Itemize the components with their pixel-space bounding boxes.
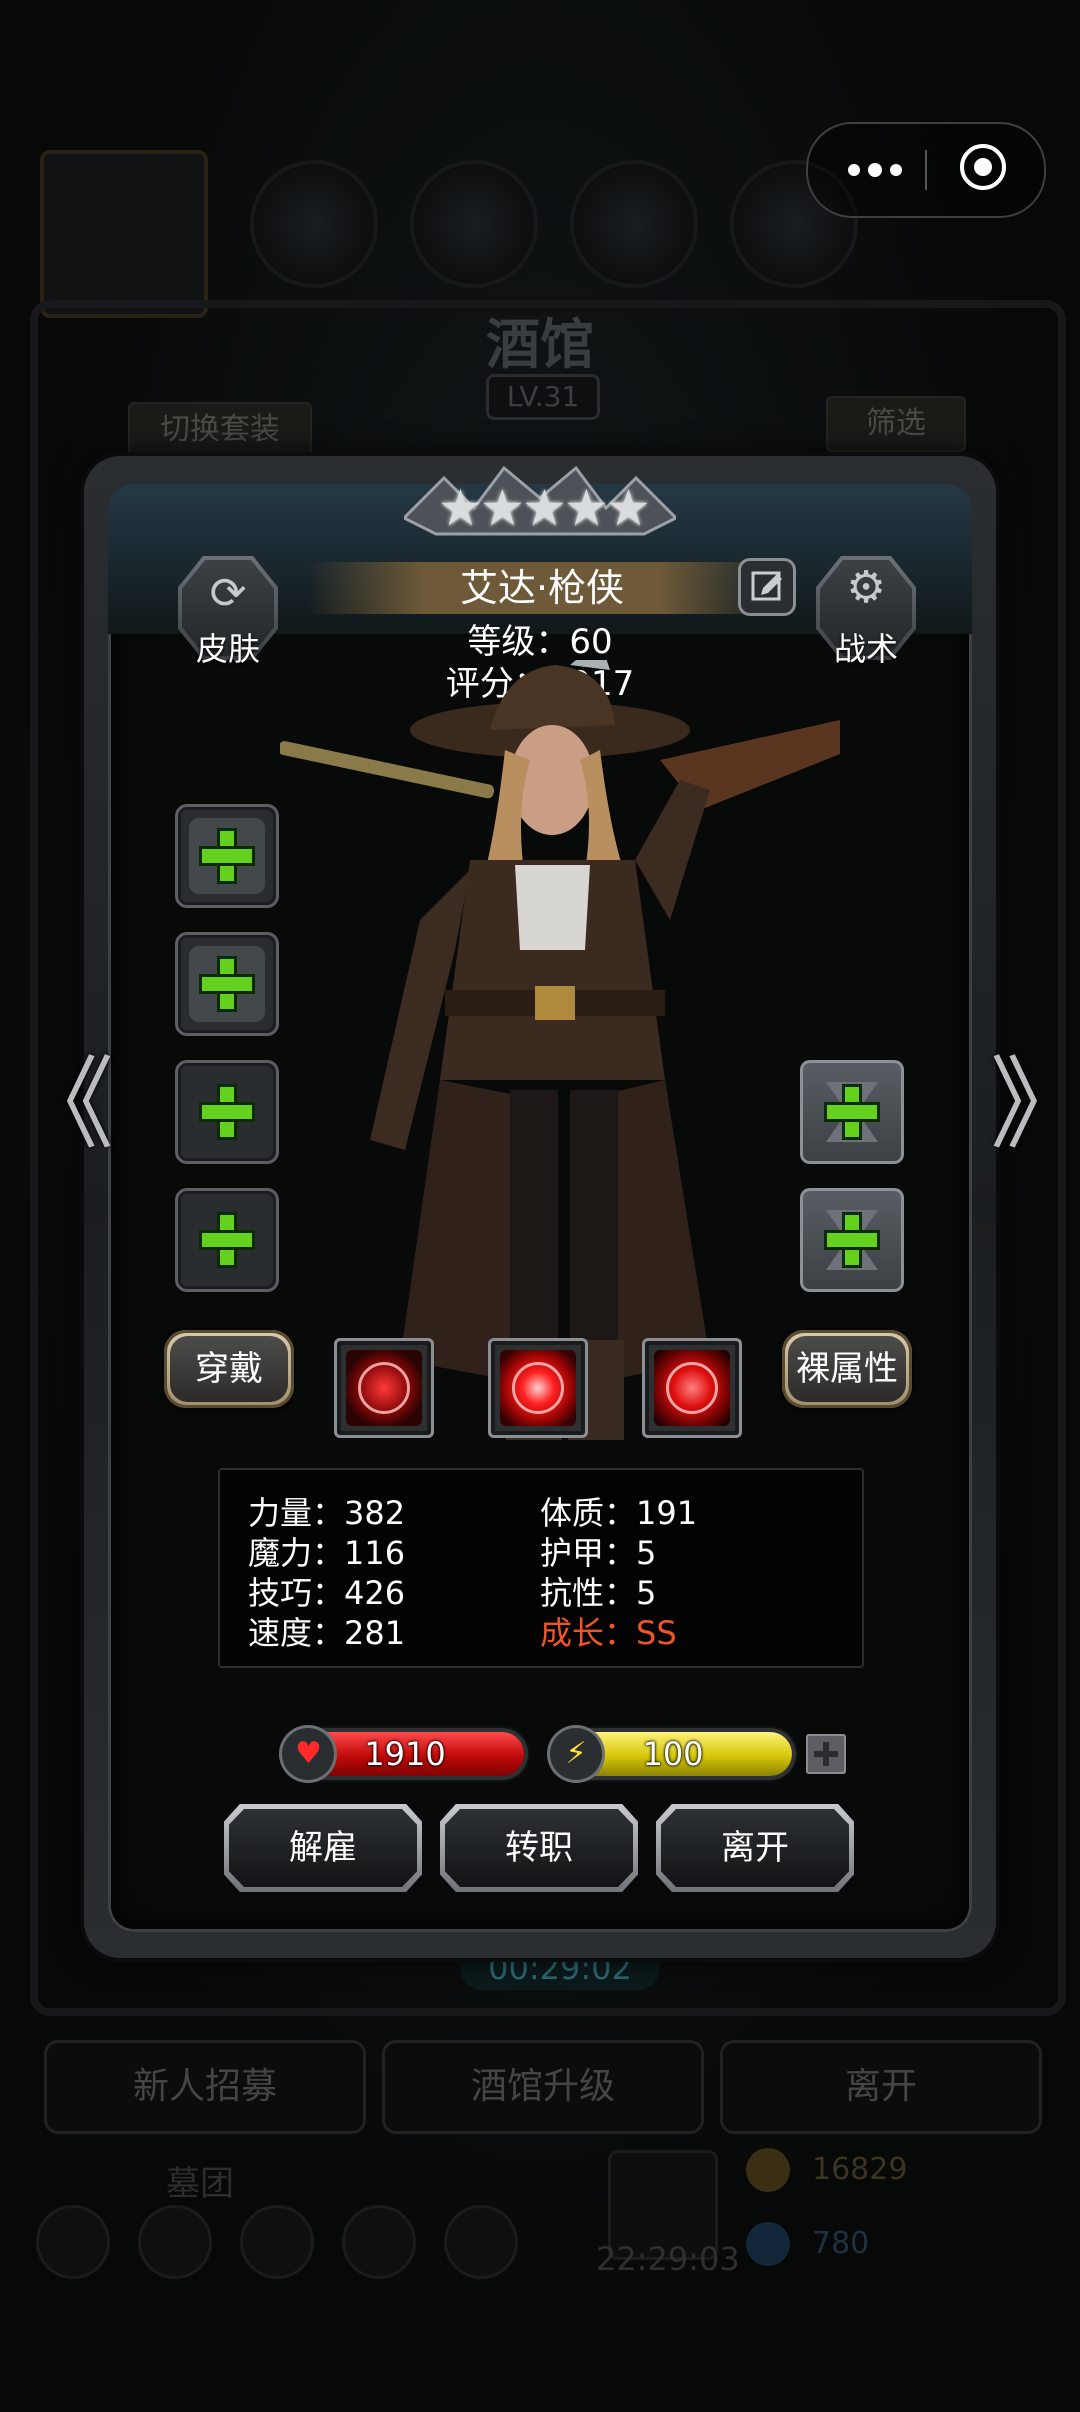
gold-amount: 16829 bbox=[812, 2152, 908, 2187]
menu-icon bbox=[342, 2205, 416, 2279]
star-icon: ★ bbox=[522, 479, 567, 537]
skill-crosshair[interactable] bbox=[334, 1338, 434, 1438]
background-clock: 22:29:03 bbox=[596, 2240, 740, 2278]
skin-label: 皮肤 bbox=[195, 630, 260, 668]
skill-vortex[interactable] bbox=[488, 1338, 588, 1438]
leave-button[interactable]: 离开 bbox=[656, 1804, 854, 1892]
more-menu-icon[interactable] bbox=[836, 124, 936, 216]
crosshair-icon bbox=[358, 1362, 410, 1414]
target-icon bbox=[666, 1362, 718, 1414]
vortex-icon bbox=[512, 1362, 564, 1414]
skin-icon: ⟳ bbox=[209, 568, 247, 619]
star-icon: ★ bbox=[480, 479, 525, 537]
mp-value: 100 bbox=[642, 1735, 704, 1773]
leave-label: 离开 bbox=[721, 1828, 789, 1868]
tavern-leave-button: 离开 bbox=[720, 2040, 1042, 2134]
add-icon bbox=[202, 831, 252, 881]
gold-coin-icon bbox=[746, 2148, 790, 2192]
star-icon: ★ bbox=[438, 479, 483, 537]
equip-slot-accessory-2[interactable] bbox=[175, 1188, 279, 1292]
star-rating: ★ ★ ★ ★ ★ bbox=[438, 479, 651, 537]
skill-target[interactable] bbox=[642, 1338, 742, 1438]
prev-hero-arrow[interactable]: 《 bbox=[14, 1050, 114, 1160]
gear-icon: ⚙ bbox=[846, 562, 886, 613]
mp-bar: ⚡ 100 bbox=[550, 1728, 792, 1780]
bare-attributes-button[interactable]: 裸属性 bbox=[782, 1330, 912, 1408]
miniprogram-capsule bbox=[806, 122, 1046, 218]
star-icon: ★ bbox=[564, 479, 609, 537]
job-change-label: 转职 bbox=[505, 1828, 573, 1868]
menu-icon bbox=[444, 2205, 518, 2279]
menu-icon bbox=[240, 2205, 314, 2279]
capsule-divider bbox=[925, 150, 927, 190]
add-icon bbox=[202, 959, 252, 1009]
hp-value: 1910 bbox=[364, 1735, 446, 1773]
add-icon bbox=[202, 1215, 252, 1265]
pencil-icon bbox=[751, 571, 782, 601]
background-title: 酒馆 bbox=[486, 312, 594, 376]
rune-slot-2[interactable] bbox=[800, 1188, 904, 1292]
dismiss-label: 解雇 bbox=[289, 1828, 357, 1868]
edit-name-button[interactable] bbox=[738, 558, 796, 616]
wear-label: 穿戴 bbox=[195, 1349, 263, 1389]
filter-button: 筛选 bbox=[826, 396, 966, 452]
switch-outfit-button: 切换套装 bbox=[128, 402, 312, 458]
star-icon: ★ bbox=[606, 479, 651, 537]
add-icon bbox=[827, 1215, 877, 1265]
tavern-upgrade-button: 酒馆升级 bbox=[382, 2040, 704, 2134]
stat-growth: 成长：SS bbox=[540, 1614, 677, 1652]
menu-icon bbox=[138, 2205, 212, 2279]
equip-slot-accessory-1[interactable] bbox=[175, 1060, 279, 1164]
hp-bar: ♥ 1910 bbox=[282, 1728, 524, 1780]
equip-slot-armor[interactable] bbox=[175, 932, 279, 1036]
guild-label: 墓团 bbox=[166, 2164, 234, 2204]
close-miniprogram-icon[interactable] bbox=[960, 144, 1006, 190]
add-energy-button[interactable] bbox=[806, 1734, 846, 1774]
gem-icon bbox=[746, 2222, 790, 2266]
rune-slot-1[interactable] bbox=[800, 1060, 904, 1164]
background-hero-icon bbox=[250, 160, 378, 288]
menu-icon bbox=[36, 2205, 110, 2279]
hero-name: 艾达·枪侠 bbox=[459, 566, 625, 610]
dismiss-button[interactable]: 解雇 bbox=[224, 1804, 422, 1892]
equip-slot-weapon[interactable] bbox=[175, 804, 279, 908]
bare-attributes-label: 裸属性 bbox=[796, 1349, 898, 1389]
next-hero-arrow[interactable]: 》 bbox=[990, 1050, 1080, 1160]
background-hero-icon bbox=[410, 160, 538, 288]
stat-speed: 速度：281 bbox=[248, 1614, 406, 1652]
background-level-badge: LV.31 bbox=[486, 374, 600, 420]
background-hero-icon bbox=[570, 160, 698, 288]
wear-button[interactable]: 穿戴 bbox=[164, 1330, 294, 1408]
add-icon bbox=[827, 1087, 877, 1137]
recruit-button: 新人招募 bbox=[44, 2040, 366, 2134]
job-change-button[interactable]: 转职 bbox=[440, 1804, 638, 1892]
background-hero-portrait bbox=[40, 150, 208, 318]
add-icon bbox=[202, 1087, 252, 1137]
gem-amount: 780 bbox=[812, 2226, 870, 2261]
